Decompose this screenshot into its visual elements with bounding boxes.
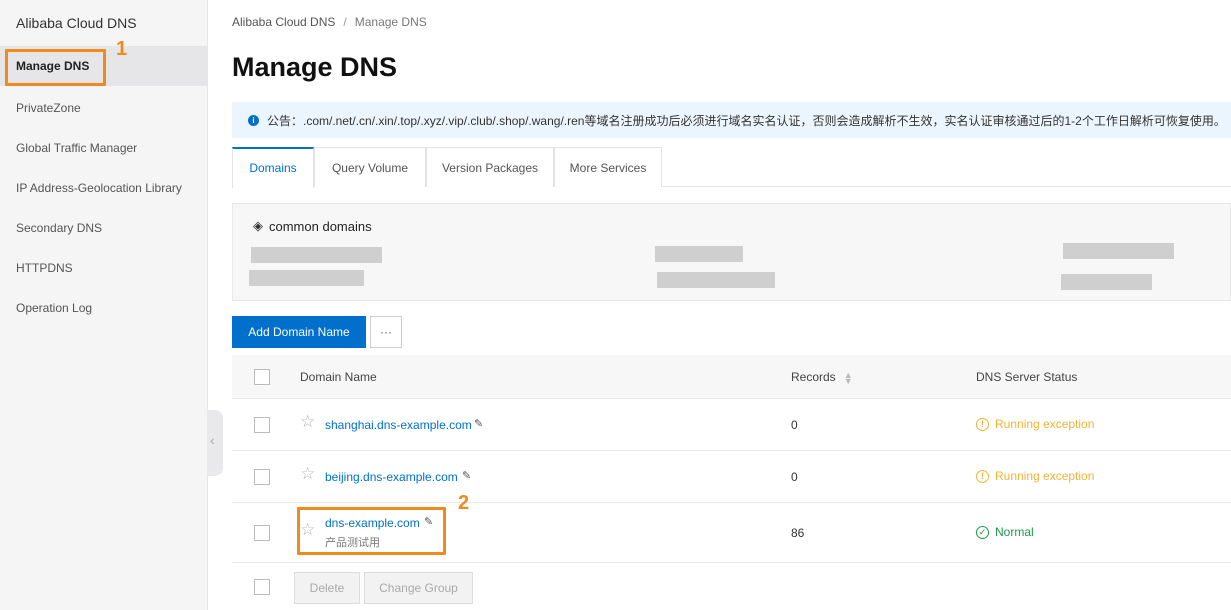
sidebar-item-label: PrivateZone	[16, 101, 81, 115]
header-domain-name: Domain Name	[300, 370, 377, 384]
tag-icon: ◈	[253, 218, 263, 233]
table-row: ☆ beijing.dns-example.com ✎ 0 ! Running …	[232, 451, 1231, 503]
row-checkbox[interactable]	[254, 525, 270, 541]
status-text: Normal	[995, 525, 1034, 539]
sidebar-item-label: Global Traffic Manager	[16, 141, 138, 155]
tab-label: More Services	[569, 161, 647, 175]
info-icon: i	[248, 114, 259, 126]
sidebar-title: Alibaba Cloud DNS	[16, 15, 137, 31]
status-badge: ✓ Normal	[976, 525, 1034, 539]
status-text: Running exception	[995, 469, 1095, 483]
add-domain-name-button[interactable]: Add Domain Name	[232, 316, 366, 348]
sidebar-collapse-handle[interactable]: ‹	[207, 410, 223, 476]
breadcrumb-root[interactable]: Alibaba Cloud DNS	[232, 15, 335, 29]
redacted-domain	[657, 272, 775, 288]
notice-banner: i 公告：.com/.net/.cn/.xin/.top/.xyz/.vip/.…	[232, 102, 1231, 138]
domain-link[interactable]: shanghai.dns-example.com	[325, 418, 472, 432]
redacted-domain	[249, 270, 364, 286]
delete-button[interactable]: Delete	[294, 572, 360, 604]
sidebar-item-label: HTTPDNS	[16, 261, 73, 275]
table-header: Domain Name Records ▲ ▼ DNS Server Status	[232, 355, 1231, 399]
star-icon[interactable]: ☆	[300, 464, 315, 484]
check-icon: ✓	[976, 525, 989, 539]
breadcrumb-separator: /	[343, 15, 347, 29]
sidebar-item-secondary-dns[interactable]: Secondary DNS	[0, 208, 208, 248]
tab-bar: Domains Query Volume Version Packages Mo…	[232, 147, 1231, 188]
common-domains-panel: ◈ common domains	[232, 203, 1231, 301]
page-title: Manage DNS	[232, 52, 398, 82]
header-dns-server-status: DNS Server Status	[976, 370, 1078, 384]
highlight-box-2	[297, 507, 446, 555]
sort-icon[interactable]: ▲ ▼	[844, 370, 853, 385]
tab-label: Version Packages	[441, 161, 539, 175]
redacted-domain	[1063, 243, 1174, 259]
domain-link[interactable]: beijing.dns-example.com	[325, 470, 458, 484]
tab-label: Query Volume	[331, 161, 409, 175]
sidebar-item-label: Operation Log	[16, 301, 93, 315]
table-row: ☆ dns-example.com ✎ 产品测试用 86 ✓ Normal	[232, 503, 1231, 563]
common-domains-label: common domains	[269, 218, 372, 234]
records-count: 86	[791, 526, 805, 540]
breadcrumb: Alibaba Cloud DNS / Manage DNS	[232, 15, 427, 29]
tab-version-packages[interactable]: Version Packages	[426, 147, 554, 187]
edit-icon[interactable]: ✎	[462, 469, 471, 482]
callout-number-1: 1	[116, 38, 128, 60]
breadcrumb-current: Manage DNS	[354, 15, 427, 29]
star-icon[interactable]: ☆	[300, 412, 315, 432]
records-count: 0	[791, 418, 798, 432]
row-checkbox[interactable]	[254, 417, 270, 433]
sidebar-item-label: Manage DNS	[16, 59, 90, 73]
table-row: ☆ shanghai.dns-example.com ✎ 0 ! Running…	[232, 399, 1231, 451]
sidebar: Alibaba Cloud DNS Manage DNS PrivateZone…	[0, 0, 208, 610]
tab-domains[interactable]: Domains	[232, 147, 314, 188]
warning-icon: !	[976, 417, 989, 431]
edit-icon[interactable]: ✎	[474, 417, 483, 430]
callout-number-2: 2	[458, 492, 470, 514]
redacted-domain	[1061, 274, 1152, 290]
common-domains-title: ◈ common domains	[253, 218, 372, 234]
status-text: Running exception	[995, 417, 1095, 431]
sidebar-item-global-traffic-manager[interactable]: Global Traffic Manager	[0, 128, 208, 168]
warning-icon: !	[976, 469, 989, 483]
more-actions-button[interactable]: ···	[370, 316, 402, 348]
redacted-domain	[655, 246, 743, 262]
sidebar-item-httpdns[interactable]: HTTPDNS	[0, 248, 208, 288]
redacted-domain	[251, 247, 382, 263]
tab-more-services[interactable]: More Services	[554, 147, 662, 187]
sidebar-item-privatezone[interactable]: PrivateZone	[0, 88, 208, 128]
table-footer: Delete Change Group	[232, 563, 1231, 610]
chevron-left-icon: ‹	[210, 432, 215, 448]
records-count: 0	[791, 470, 798, 484]
status-badge: ! Running exception	[976, 469, 1094, 483]
sidebar-item-operation-log[interactable]: Operation Log	[0, 288, 208, 328]
status-badge: ! Running exception	[976, 417, 1094, 431]
tab-label: Domains	[249, 161, 297, 175]
sidebar-item-label: IP Address-Geolocation Library	[16, 181, 182, 195]
sidebar-item-ip-geolocation-library[interactable]: IP Address-Geolocation Library	[0, 168, 208, 208]
footer-select-all-checkbox[interactable]	[254, 579, 270, 595]
change-group-button[interactable]: Change Group	[364, 572, 473, 604]
row-checkbox[interactable]	[254, 469, 270, 485]
notice-text: 公告：.com/.net/.cn/.xin/.top/.xyz/.vip/.cl…	[267, 113, 1226, 128]
sidebar-item-manage-dns[interactable]: Manage DNS	[0, 46, 208, 86]
header-records-label: Records	[791, 370, 836, 384]
sidebar-item-label: Secondary DNS	[16, 221, 103, 235]
select-all-checkbox[interactable]	[254, 369, 270, 385]
header-records[interactable]: Records ▲ ▼	[791, 355, 853, 399]
tab-query-volume[interactable]: Query Volume	[314, 147, 426, 187]
